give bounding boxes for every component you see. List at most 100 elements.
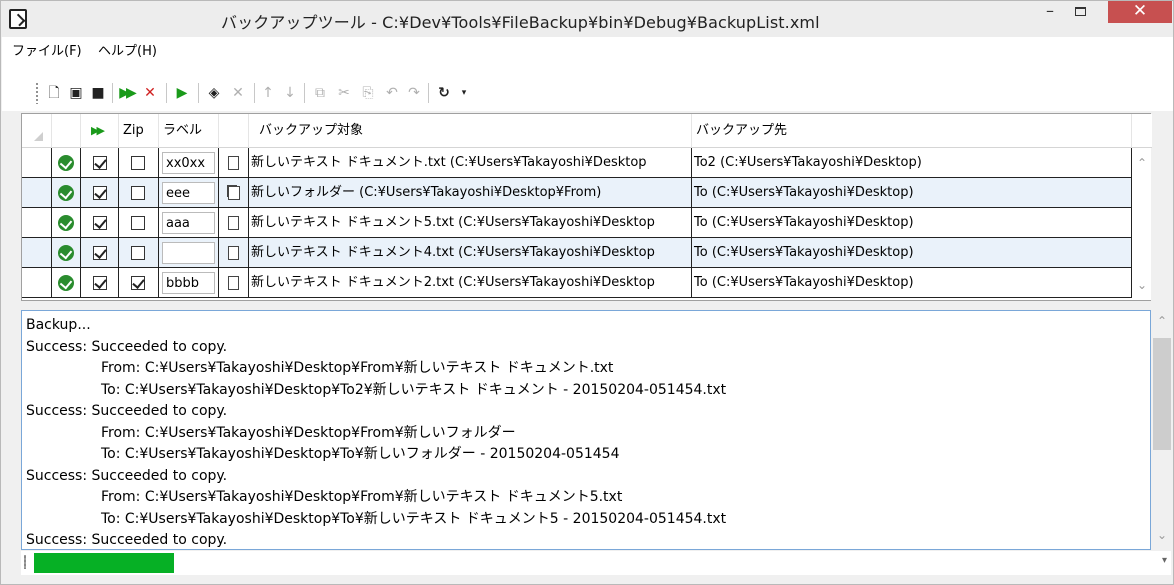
table-row[interactable]: xx0xx 新しいテキスト ドキュメント.txt (C:¥Users¥Takayo… [22,148,1132,178]
dest-cell[interactable]: To (C:¥Users¥Takayoshi¥Desktop) [692,178,1132,208]
undo-icon[interactable]: ↶ [382,83,402,103]
move-up-icon[interactable]: ↑ [258,83,278,103]
row-header[interactable] [22,268,52,298]
zip-cell[interactable] [119,268,159,298]
zip-checkbox[interactable] [131,276,145,290]
select-all-corner[interactable] [22,114,52,148]
add-icon[interactable]: ◈ [204,83,224,103]
toolbar: 🗋 ▣ ■ ▶▶ ✕ ▶ ◈ ✕ ↑ ↓ ⧉ ✂ ⎘ ↶ ↷ ↻ ▾ [2,59,1173,111]
save-icon[interactable]: ■ [88,83,108,103]
source-cell[interactable]: 新しいテキスト ドキュメント5.txt (C:¥Users¥Takayoshi¥… [249,208,692,238]
header-source[interactable]: バックアップ対象 [249,114,692,148]
log-line: To: C:¥Users¥Takayoshi¥Desktop¥To¥新しいテキス… [101,510,727,527]
dest-cell[interactable]: To (C:¥Users¥Takayoshi¥Desktop) [692,268,1132,298]
zip-checkbox[interactable] [131,186,145,200]
enabled-cell[interactable] [81,148,119,178]
toolbar-grip[interactable] [35,82,39,104]
success-icon [58,185,74,201]
label-cell[interactable]: bbbb [159,268,219,298]
dest-cell[interactable]: To (C:¥Users¥Takayoshi¥Desktop) [692,208,1132,238]
scroll-up-icon[interactable]: ⌃ [1157,314,1167,328]
zip-cell[interactable] [119,238,159,268]
header-label[interactable]: ラベル [159,114,219,148]
toolbar-separator [166,83,167,103]
table-row[interactable]: 新しいテキスト ドキュメント4.txt (C:¥Users¥Takayoshi¥… [22,238,1132,268]
menu-help[interactable]: ヘルプ(H) [98,40,157,59]
label-input[interactable]: xx0xx [162,152,215,174]
enabled-cell[interactable] [81,238,119,268]
open-icon[interactable]: ▣ [66,83,86,103]
zip-checkbox[interactable] [131,246,145,260]
enabled-checkbox[interactable] [93,216,107,230]
status-dropdown-icon[interactable]: ▾ [1162,555,1167,566]
toolbar-overflow-icon[interactable]: ▾ [454,83,474,103]
enabled-checkbox[interactable] [93,156,107,170]
label-cell[interactable]: eee [159,178,219,208]
row-header[interactable] [22,238,52,268]
zip-checkbox[interactable] [131,216,145,230]
log-scrollbar[interactable]: ⌃ ⌄ [1151,310,1173,550]
zip-checkbox[interactable] [131,156,145,170]
title-bar[interactable]: バックアップツール - C:¥Dev¥Tools¥FileBackup¥bin¥… [1,1,1173,37]
move-down-icon[interactable]: ↓ [280,83,300,103]
table-row[interactable]: aaa 新しいテキスト ドキュメント5.txt (C:¥Users¥Takayos… [22,208,1132,238]
scroll-down-icon[interactable]: ⌄ [1157,528,1167,542]
table-row[interactable]: eee 新しいフォルダー (C:¥Users¥Takayoshi¥Desktop¥… [22,178,1132,208]
log-line: To: C:¥Users¥Takayoshi¥Desktop¥To2¥新しいテキ… [101,381,727,398]
remove-icon[interactable]: ✕ [228,83,248,103]
log-line: To: C:¥Users¥Takayoshi¥Desktop¥To¥新しいフォル… [101,446,620,462]
minimize-button[interactable]: – [1035,1,1065,25]
maximize-button[interactable] [1065,1,1095,25]
scroll-down-icon[interactable]: ⌄ [1137,278,1147,292]
source-cell[interactable]: 新しいテキスト ドキュメント2.txt (C:¥Users¥Takayoshi¥… [249,268,692,298]
paste-icon[interactable]: ⎘ [358,83,378,103]
source-cell[interactable]: 新しいテキスト ドキュメント.txt (C:¥Users¥Takayoshi¥D… [249,148,692,178]
dest-cell[interactable]: To2 (C:¥Users¥Takayoshi¥Desktop) [692,148,1132,178]
label-input[interactable]: aaa [162,212,215,234]
run-icon[interactable]: ▶ [172,83,192,103]
grid-scrollbar[interactable]: ⌃ ⌄ [1133,148,1151,300]
enabled-cell[interactable] [81,268,119,298]
source-cell[interactable]: 新しいフォルダー (C:¥Users¥Takayoshi¥Desktop¥Fro… [249,178,692,208]
toolbar-separator [254,83,255,103]
cut-icon[interactable]: ✂ [334,83,354,103]
copy-icon[interactable]: ⧉ [310,83,330,103]
header-dest[interactable]: バックアップ先 [692,114,1132,148]
enabled-cell[interactable] [81,208,119,238]
dest-cell[interactable]: To (C:¥Users¥Takayoshi¥Desktop) [692,238,1132,268]
header-type [219,114,249,148]
table-row[interactable]: bbbb 新しいテキスト ドキュメント2.txt (C:¥Users¥Takayo… [22,268,1132,298]
zip-cell[interactable] [119,208,159,238]
label-input[interactable]: bbbb [162,272,215,294]
status-cell [52,268,81,298]
menu-file[interactable]: ファイル(F) [12,40,82,59]
zip-cell[interactable] [119,148,159,178]
new-icon[interactable]: 🗋 [44,83,64,103]
label-input[interactable]: eee [162,182,215,204]
source-cell[interactable]: 新しいテキスト ドキュメント4.txt (C:¥Users¥Takayoshi¥… [249,238,692,268]
zip-cell[interactable] [119,178,159,208]
label-cell[interactable] [159,238,219,268]
redo-icon[interactable]: ↷ [404,83,424,103]
row-header[interactable] [22,148,52,178]
close-button[interactable]: ✕ [1108,1,1172,23]
label-input[interactable] [162,242,215,264]
app-icon[interactable] [9,9,27,29]
log-output[interactable]: Backup... Success: Succeeded to copy. From… [21,310,1151,550]
run-all-icon[interactable]: ▶▶ [116,83,137,103]
success-icon [58,275,74,291]
log-scroll-thumb[interactable] [1153,338,1171,450]
label-cell[interactable]: xx0xx [159,148,219,178]
label-cell[interactable]: aaa [159,208,219,238]
scroll-up-icon[interactable]: ⌃ [1137,156,1147,170]
header-zip[interactable]: Zip [119,114,159,148]
delete-icon[interactable]: ✕ [140,83,160,103]
row-header[interactable] [22,208,52,238]
enabled-checkbox[interactable] [93,246,107,260]
refresh-icon[interactable]: ↻ [434,83,454,103]
header-run[interactable]: ▶▶ [81,114,119,148]
row-header[interactable] [22,178,52,208]
enabled-cell[interactable] [81,178,119,208]
enabled-checkbox[interactable] [93,186,107,200]
enabled-checkbox[interactable] [93,276,107,290]
